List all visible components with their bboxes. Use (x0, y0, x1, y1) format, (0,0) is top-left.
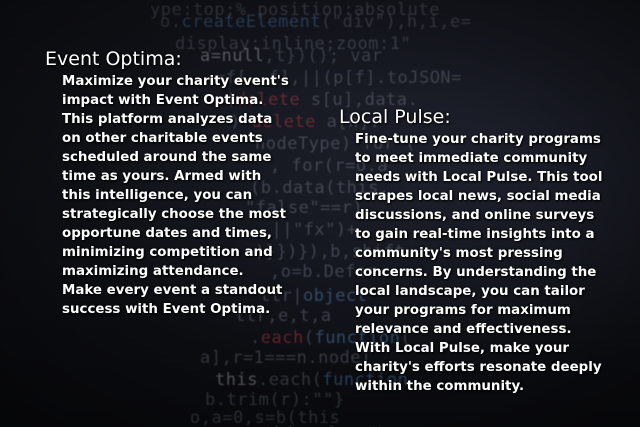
event-optima-description: Maximize your charity event's impact wit… (62, 74, 289, 317)
event-optima-section: Event Optima: Maximize your charity even… (45, 48, 335, 319)
local-pulse-section: Local Pulse: Fine-tune your charity prog… (339, 106, 637, 396)
event-optima-title: Event Optima: (45, 48, 182, 70)
local-pulse-description: Fine-tune your charity programs to meet … (355, 132, 603, 394)
local-pulse-title: Local Pulse: (339, 106, 451, 128)
